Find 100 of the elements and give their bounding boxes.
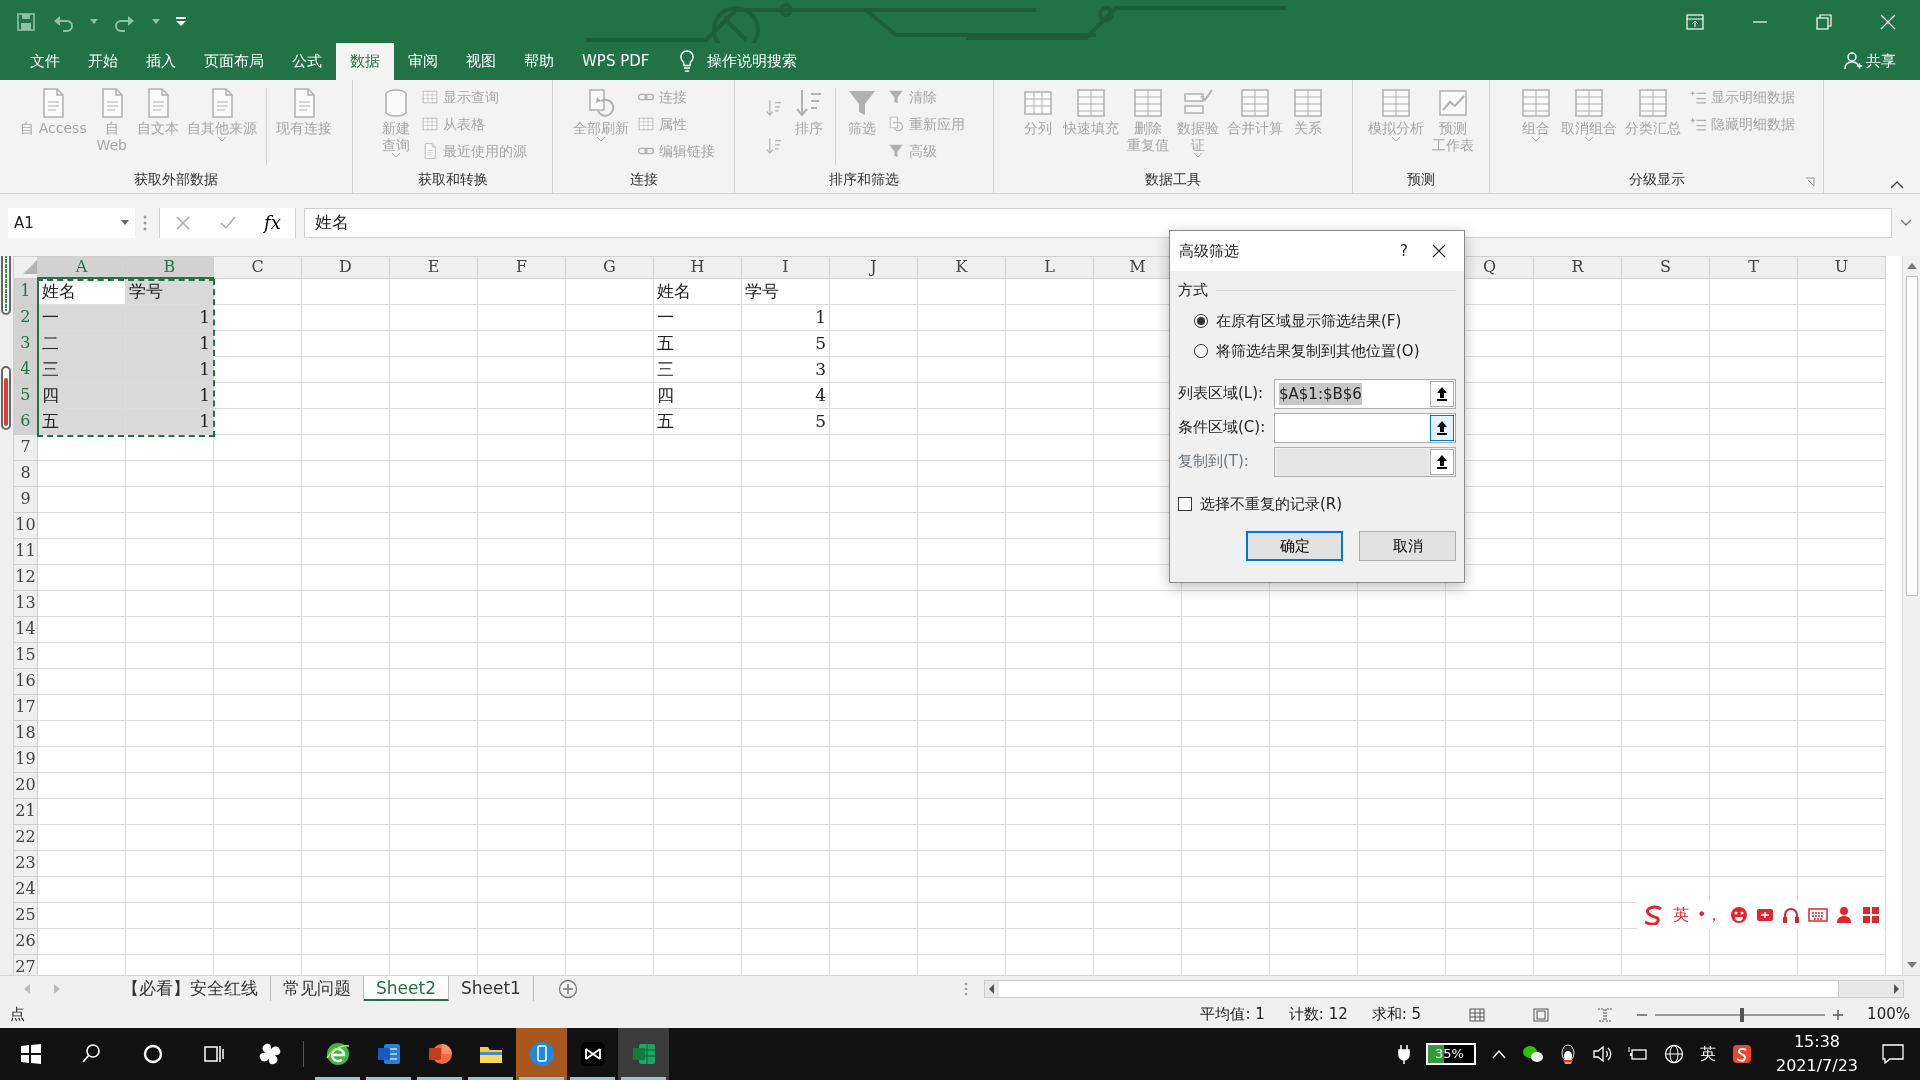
volume-icon[interactable]	[1591, 1045, 1612, 1063]
column-header[interactable]: J	[829, 256, 918, 279]
row-header[interactable]: 20	[13, 772, 38, 799]
collapse-button[interactable]	[1430, 414, 1454, 441]
voice-icon[interactable]	[1756, 906, 1775, 924]
row-header[interactable]: 18	[13, 720, 38, 747]
show-hidden-icons-icon[interactable]	[1491, 1049, 1506, 1059]
ribbon-tab[interactable]: 审阅	[394, 43, 452, 80]
caret-icon[interactable]	[152, 18, 160, 25]
sheet-tab[interactable]: Sheet2	[364, 975, 449, 1002]
input-language-button[interactable]: 英	[1699, 1042, 1716, 1066]
ribbon-tab[interactable]: 帮助	[510, 43, 568, 80]
checkbox-label[interactable]: 选择不重复的记录(R)	[1200, 492, 1343, 515]
globe-icon[interactable]	[1663, 1044, 1684, 1064]
radio-button[interactable]	[1194, 344, 1208, 359]
punctuation-mode-button[interactable]: •，	[1697, 903, 1723, 927]
vertical-scrollbar[interactable]	[1902, 255, 1920, 976]
save-icon[interactable]	[16, 11, 36, 32]
row-header[interactable]: 15	[13, 642, 38, 669]
row-header[interactable]: 2	[13, 304, 38, 331]
help-button[interactable]: ?	[1400, 239, 1408, 263]
column-header[interactable]: T	[1709, 256, 1798, 279]
column-header[interactable]: A	[37, 256, 126, 279]
add-sheet-button[interactable]	[557, 978, 578, 999]
taskbar-app-button[interactable]	[618, 1028, 669, 1080]
scrollbar-thumb[interactable]	[999, 980, 1839, 997]
radio-label[interactable]: 将筛选结果复制到其他位置(O)	[1216, 340, 1420, 363]
ribbon-tab[interactable]: 开始	[74, 43, 132, 80]
row-header[interactable]: 6	[13, 408, 38, 435]
row-header[interactable]: 25	[13, 902, 38, 929]
input-field[interactable]: $A$1:$B$6	[1274, 378, 1456, 409]
row-header[interactable]: 17	[13, 694, 38, 721]
column-header[interactable]: L	[1005, 256, 1094, 279]
customize-icon[interactable]	[176, 16, 186, 27]
radio-label[interactable]: 在原有区域显示筛选结果(F)	[1216, 309, 1402, 332]
row-header[interactable]: 22	[13, 824, 38, 851]
row-header[interactable]: 21	[13, 798, 38, 825]
row-header[interactable]: 19	[13, 746, 38, 773]
penguin-icon[interactable]	[1559, 1043, 1576, 1065]
row-header[interactable]: 27	[13, 954, 38, 976]
dialog-button[interactable]: 取消	[1359, 531, 1456, 561]
ribbon-tab[interactable]: 文件	[16, 43, 74, 80]
row-header[interactable]: 7	[13, 434, 38, 461]
dialog-button[interactable]: 确定	[1246, 531, 1343, 561]
apps-icon[interactable]	[1862, 906, 1881, 924]
checkbox[interactable]	[1178, 496, 1192, 511]
scroll-up-icon[interactable]	[1906, 261, 1917, 270]
keyboard-icon[interactable]	[1808, 907, 1829, 923]
scrollbar-thumb[interactable]	[1905, 275, 1918, 596]
normal-view-icon[interactable]	[1469, 1007, 1486, 1022]
row-header[interactable]: 26	[13, 928, 38, 955]
row-header[interactable]: 1	[13, 278, 38, 305]
device-battery-icon[interactable]	[1627, 1046, 1648, 1062]
row-header[interactable]: 5	[13, 382, 38, 409]
ribbon-tab[interactable]: WPS PDF	[568, 43, 664, 80]
insert-function-button[interactable]: fx	[250, 207, 295, 238]
chat-app-icon[interactable]	[1521, 1044, 1544, 1064]
expand-icon[interactable]	[1900, 218, 1912, 227]
row-header[interactable]: 12	[13, 564, 38, 591]
close-icon[interactable]	[1880, 13, 1896, 30]
emoji-icon[interactable]	[1730, 906, 1749, 924]
row-header[interactable]: 4	[13, 356, 38, 383]
row-header[interactable]: 24	[13, 876, 38, 903]
column-header[interactable]: K	[917, 256, 1006, 279]
column-header[interactable]: E	[389, 256, 478, 279]
zoom-in-icon[interactable]	[1833, 1009, 1844, 1020]
share-button[interactable]: 共享	[1830, 43, 1920, 80]
search-field[interactable]: 操作说明搜索	[703, 50, 812, 73]
more-icon[interactable]	[964, 981, 968, 996]
caret-icon[interactable]	[90, 18, 98, 25]
radio-button[interactable]	[1194, 313, 1208, 328]
page-layout-icon[interactable]	[1533, 1007, 1550, 1022]
more-icon[interactable]	[143, 213, 147, 232]
headset-icon[interactable]	[1782, 906, 1801, 924]
column-header[interactable]: U	[1797, 256, 1886, 279]
column-header[interactable]: B	[125, 256, 214, 279]
ribbon-display-icon[interactable]	[1686, 13, 1704, 30]
column-header[interactable]: H	[653, 256, 742, 279]
close-button[interactable]	[1432, 244, 1446, 258]
ribbon-tab[interactable]: 公式	[278, 43, 336, 80]
slider-thumb[interactable]	[1740, 1007, 1745, 1022]
column-header[interactable]: R	[1533, 256, 1622, 279]
row-header[interactable]: 3	[13, 330, 38, 357]
row-header[interactable]: 10	[13, 512, 38, 539]
column-header[interactable]: C	[213, 256, 302, 279]
collapse-button[interactable]	[1430, 380, 1454, 407]
column-header[interactable]: F	[477, 256, 566, 279]
name-box[interactable]: A1	[8, 207, 135, 238]
column-header[interactable]: I	[741, 256, 830, 279]
input-field[interactable]	[1274, 412, 1456, 443]
row-header[interactable]: 8	[13, 460, 38, 487]
caret-icon[interactable]	[121, 220, 129, 226]
column-header[interactable]: S	[1621, 256, 1710, 279]
clock[interactable]: 15:38 2021/7/23	[1775, 1030, 1858, 1078]
ribbon-tab[interactable]: 插入	[132, 43, 190, 80]
row-header[interactable]: 13	[13, 590, 38, 617]
row-header[interactable]: 23	[13, 850, 38, 877]
notification-icon[interactable]	[1882, 1044, 1904, 1064]
column-header[interactable]: D	[301, 256, 390, 279]
row-header[interactable]: 11	[13, 538, 38, 565]
